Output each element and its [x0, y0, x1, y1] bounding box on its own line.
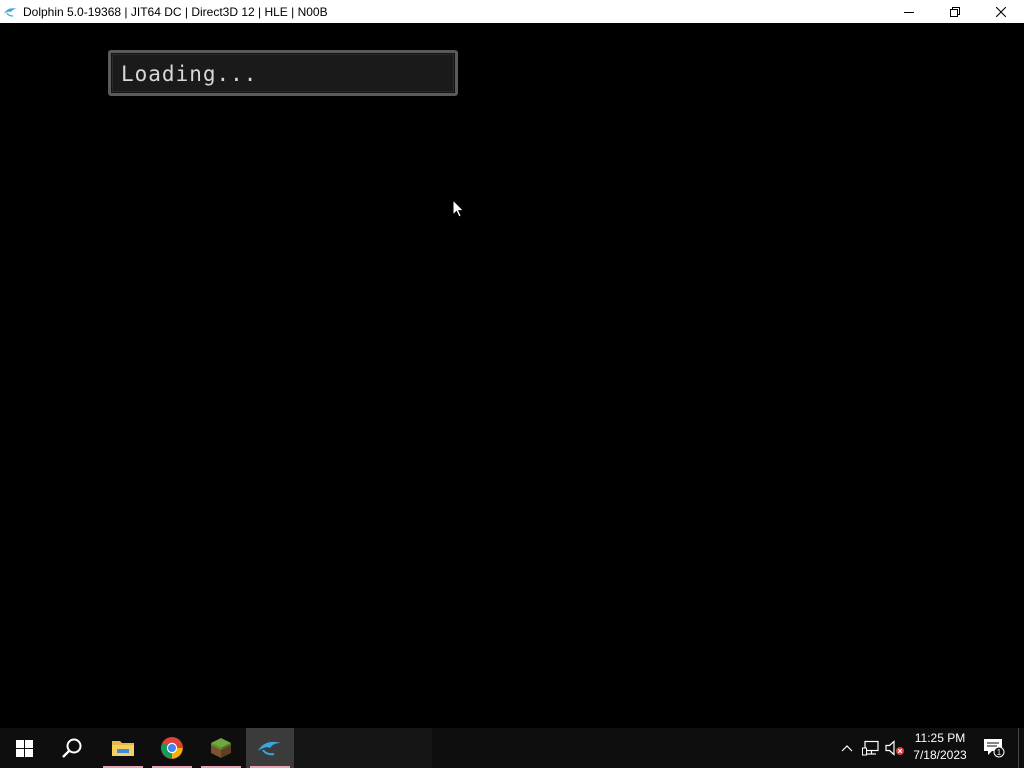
restore-button[interactable]: [932, 0, 978, 23]
taskbar-dolphin[interactable]: [246, 728, 294, 768]
network-icon: [862, 740, 879, 756]
close-button[interactable]: [978, 0, 1024, 23]
search-icon: [62, 738, 82, 758]
folder-icon: [112, 741, 134, 756]
window-controls: [886, 0, 1024, 23]
volume-button[interactable]: [884, 728, 906, 768]
taskbar-chrome[interactable]: [148, 728, 196, 768]
dolphin-icon: [258, 741, 281, 756]
speaker-muted-icon: [885, 740, 904, 756]
start-button[interactable]: [0, 728, 48, 768]
window-titlebar[interactable]: Dolphin 5.0-19368 | JIT64 DC | Direct3D …: [0, 0, 1024, 23]
windows-logo-icon: [15, 739, 33, 757]
restore-icon: [950, 6, 960, 17]
taskbar-clock[interactable]: 11:25 PM 7/18/2023: [904, 730, 976, 766]
show-hidden-icons-button[interactable]: [837, 728, 857, 768]
show-desktop-button[interactable]: [1018, 728, 1024, 768]
window-title: Dolphin 5.0-19368 | JIT64 DC | Direct3D …: [23, 4, 328, 19]
loading-dialog: Loading...: [108, 50, 458, 96]
search-button[interactable]: [48, 728, 96, 768]
minimize-icon: [904, 11, 914, 13]
taskbar: 11:25 PM 7/18/2023 1: [0, 728, 1024, 768]
taskbar-minecraft[interactable]: [197, 728, 245, 768]
taskbar-file-explorer[interactable]: [99, 728, 147, 768]
clock-time: 11:25 PM: [914, 731, 966, 745]
network-button[interactable]: [860, 728, 882, 768]
dolphin-icon: [3, 4, 19, 20]
game-viewport[interactable]: Loading...: [0, 23, 1024, 728]
grass-block-icon: [211, 738, 231, 758]
taskbar-empty-area: [294, 728, 432, 768]
mouse-cursor-icon: [452, 199, 465, 218]
close-icon: [996, 6, 1006, 17]
notification-icon: 1: [984, 739, 1005, 758]
chrome-icon: [161, 737, 183, 759]
notification-count: 1: [997, 748, 1002, 757]
minimize-button[interactable]: [886, 0, 932, 23]
clock-date: 7/18/2023: [913, 748, 967, 762]
action-center-button[interactable]: 1: [978, 728, 1010, 768]
chevron-up-icon: [841, 745, 853, 752]
loading-text: Loading...: [121, 62, 258, 86]
